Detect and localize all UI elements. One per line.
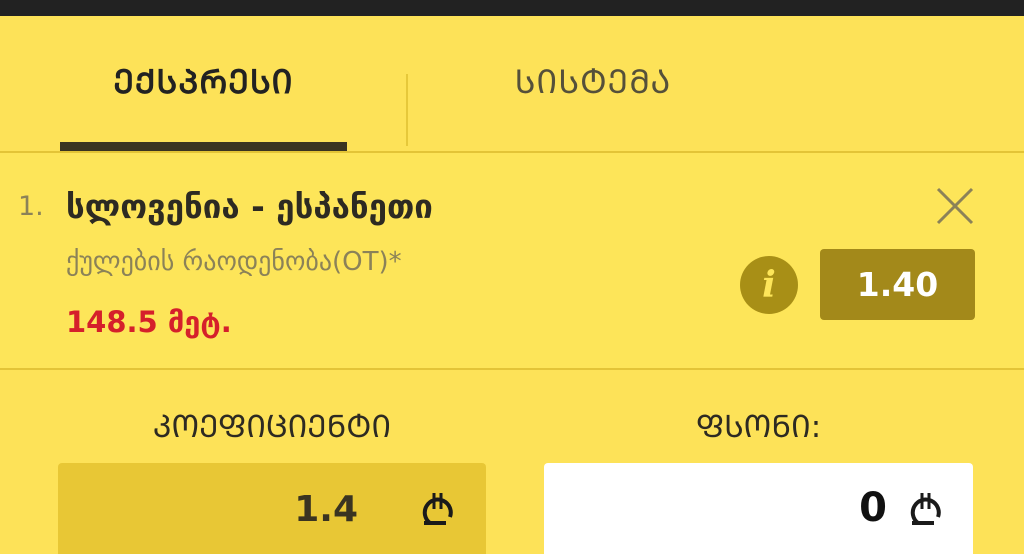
odds-button[interactable]: 1.40 [820,249,975,320]
info-icon[interactable]: i [740,256,798,314]
lari-icon [904,487,948,531]
tab-express-label: ᲔᲥᲡᲞᲠᲔᲡᲘ [113,61,294,101]
bet-index: 1. [18,191,44,222]
lari-icon [416,487,460,531]
tab-separator [406,74,408,146]
coefficient-label: ᲙᲝᲔᲤᲘᲪᲘᲔᲜᲢᲘ [152,409,392,445]
tab-express[interactable]: ᲔᲥᲡᲞᲠᲔᲡᲘ [60,16,347,150]
top-bar [0,0,1024,16]
bet-type-tabs: ᲔᲥᲡᲞᲠᲔᲡᲘ ᲡᲘᲡᲢᲔᲛᲐ [0,16,1024,150]
tab-system-label: ᲡᲘᲡᲢᲔᲛᲐ [514,61,672,101]
stake-label: ᲤᲡᲝᲜᲘ: [695,409,822,445]
bet-match-title: სლოვენია - ესპანეთი [66,187,433,226]
coefficient-display: 1.4 [58,463,486,554]
tab-system[interactable]: ᲡᲘᲡᲢᲔᲛᲐ [412,16,774,150]
bet-selection: 148.5 მეტ. [66,305,232,339]
coefficient-value: 1.4 [294,489,358,530]
close-icon[interactable] [934,185,976,227]
stake-value: 0 [859,485,887,531]
bet-item: 1. სლოვენია - ესპანეთი ქულების რაოდენობა… [0,153,1024,368]
divider [0,368,1024,370]
stake-input[interactable]: 0 [544,463,973,554]
bet-market: ქულების რაოდენობა(OT)* [66,247,402,277]
odds-value: 1.40 [856,265,939,304]
